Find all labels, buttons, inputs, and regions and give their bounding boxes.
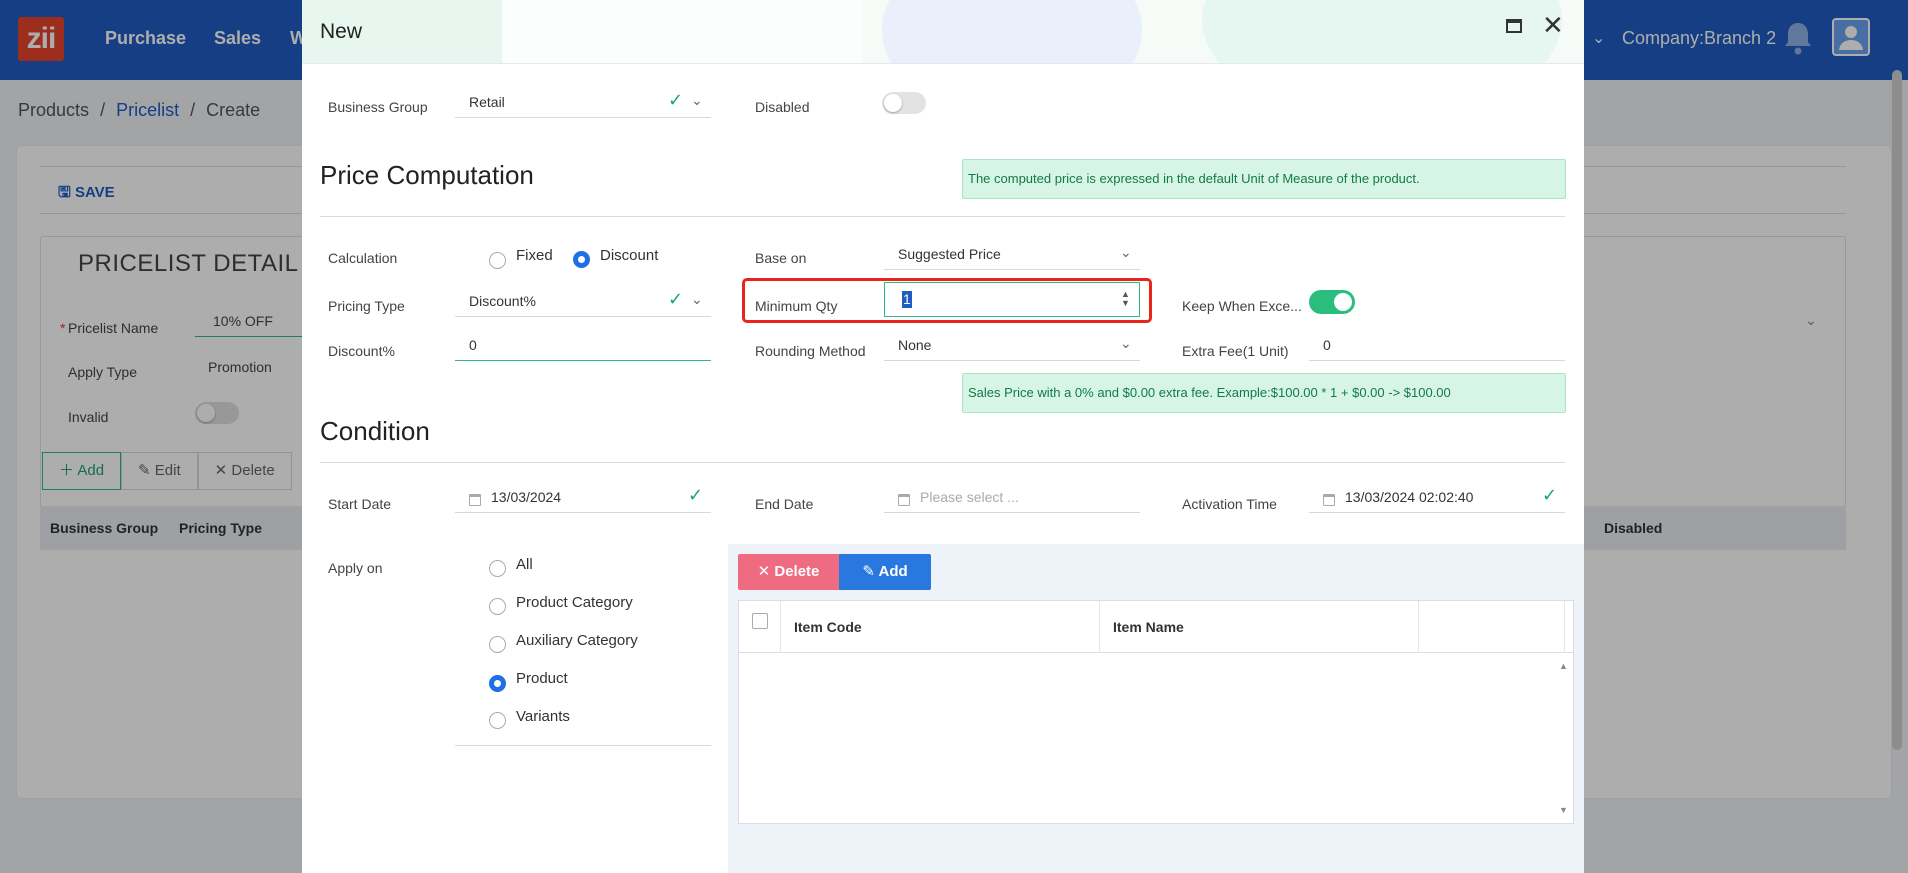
close-icon[interactable]: ✕	[1542, 10, 1564, 40]
calculation-radio-fixed[interactable]	[489, 252, 506, 269]
new-pricelist-item-modal: New ✕ Business Group Retail ✓ ⌄ Disabled…	[302, 0, 1584, 873]
discount-pct-input[interactable]: 0	[455, 331, 711, 361]
start-date-input[interactable]: 13/03/2024 ✓	[455, 483, 711, 513]
grid-scroll-down-icon[interactable]: ▼	[1559, 805, 1568, 815]
check-icon: ✓	[668, 289, 684, 309]
business-group-select[interactable]: Retail ✓ ⌄	[455, 88, 711, 118]
apply-on-variants-label[interactable]: Variants	[516, 708, 570, 725]
col-item-name[interactable]: Item Name	[1113, 619, 1184, 635]
apply-on-divider	[455, 745, 711, 746]
condition-title: Condition	[320, 416, 430, 446]
calculation-radio-discount[interactable]	[573, 251, 590, 268]
apply-on-all-label[interactable]: All	[516, 556, 533, 573]
apply-on-auxiliary-category-label[interactable]: Auxiliary Category	[516, 632, 638, 649]
disabled-toggle[interactable]	[882, 92, 926, 114]
calculation-fixed-label[interactable]: Fixed	[516, 247, 553, 264]
modal-header: New ✕	[302, 0, 1584, 64]
check-icon: ✓	[1542, 485, 1558, 505]
check-icon: ✓	[688, 485, 704, 505]
spinner-icon[interactable]: ▲ ▼	[1121, 290, 1130, 308]
condition-divider	[320, 462, 1565, 463]
chevron-down-icon: ⌄	[691, 92, 703, 108]
rounding-method-select[interactable]: None ⌄	[884, 331, 1140, 361]
apply-on-label: Apply on	[328, 560, 383, 576]
items-grid-header: Item Code Item Name	[739, 601, 1573, 653]
end-date-input[interactable]: Please select ...	[884, 483, 1140, 513]
apply-on-radio-variants[interactable]	[489, 712, 506, 729]
apply-on-product-category-label[interactable]: Product Category	[516, 594, 633, 611]
discount-pct-label: Discount%	[328, 343, 395, 359]
apply-on-radio-product[interactable]	[489, 675, 506, 692]
business-group-label: Business Group	[328, 99, 428, 115]
calendar-icon	[469, 494, 481, 506]
apply-on-radio-auxiliary-category[interactable]	[489, 636, 506, 653]
col-item-code[interactable]: Item Code	[794, 619, 862, 635]
apply-on-radio-all[interactable]	[489, 560, 506, 577]
items-delete-button[interactable]: ✕ Delete	[738, 554, 839, 590]
start-date-label: Start Date	[328, 496, 392, 512]
select-all-checkbox[interactable]	[752, 613, 768, 629]
activation-time-label: Activation Time	[1182, 496, 1277, 512]
calendar-icon	[1323, 494, 1335, 506]
end-date-label: End Date	[755, 496, 814, 512]
scrollbar-thumb[interactable]	[1892, 70, 1902, 750]
activation-time-input[interactable]: 13/03/2024 02:02:40 ✓	[1309, 483, 1565, 513]
pricing-type-label: Pricing Type	[328, 298, 405, 314]
chevron-down-icon: ⌄	[1120, 244, 1132, 260]
price-computation-divider	[320, 216, 1565, 217]
maximize-icon[interactable]	[1506, 19, 1522, 33]
extra-fee-input[interactable]: 0	[1309, 331, 1565, 361]
grid-scroll-up-icon[interactable]: ▲	[1559, 661, 1568, 671]
minimum-qty-input[interactable]: 1 ▲ ▼	[884, 282, 1140, 317]
check-icon: ✓	[668, 90, 684, 110]
base-on-select[interactable]: Suggested Price ⌄	[884, 240, 1140, 270]
chevron-down-icon: ⌄	[691, 291, 703, 307]
items-grid: Item Code Item Name ▲ ▼	[738, 600, 1574, 824]
rounding-method-label: Rounding Method	[755, 343, 866, 359]
calendar-icon	[898, 494, 910, 506]
example-note: Sales Price with a 0% and $0.00 extra fe…	[962, 373, 1566, 413]
minimum-qty-label: Minimum Qty	[755, 298, 838, 314]
keep-when-exceed-toggle[interactable]	[1309, 290, 1355, 314]
calculation-label: Calculation	[328, 250, 398, 266]
items-add-button[interactable]: ✎ Add	[839, 554, 931, 590]
modal-title: New	[320, 20, 363, 43]
keep-when-exceed-label: Keep When Exce...	[1182, 298, 1302, 314]
uom-note: The computed price is expressed in the d…	[962, 159, 1566, 199]
chevron-down-icon: ⌄	[1120, 335, 1132, 351]
pricing-type-select[interactable]: Discount% ✓ ⌄	[455, 287, 711, 317]
apply-on-product-label[interactable]: Product	[516, 670, 568, 687]
minimum-qty-value: 1	[902, 291, 912, 308]
calculation-discount-label[interactable]: Discount	[600, 247, 658, 264]
delete-icon: ✕	[757, 563, 771, 580]
edit-icon: ✎	[862, 563, 875, 580]
disabled-label: Disabled	[755, 99, 810, 115]
base-on-label: Base on	[755, 250, 807, 266]
extra-fee-label: Extra Fee(1 Unit)	[1182, 343, 1289, 359]
price-computation-title: Price Computation	[320, 160, 534, 190]
apply-on-radio-product-category[interactable]	[489, 598, 506, 615]
